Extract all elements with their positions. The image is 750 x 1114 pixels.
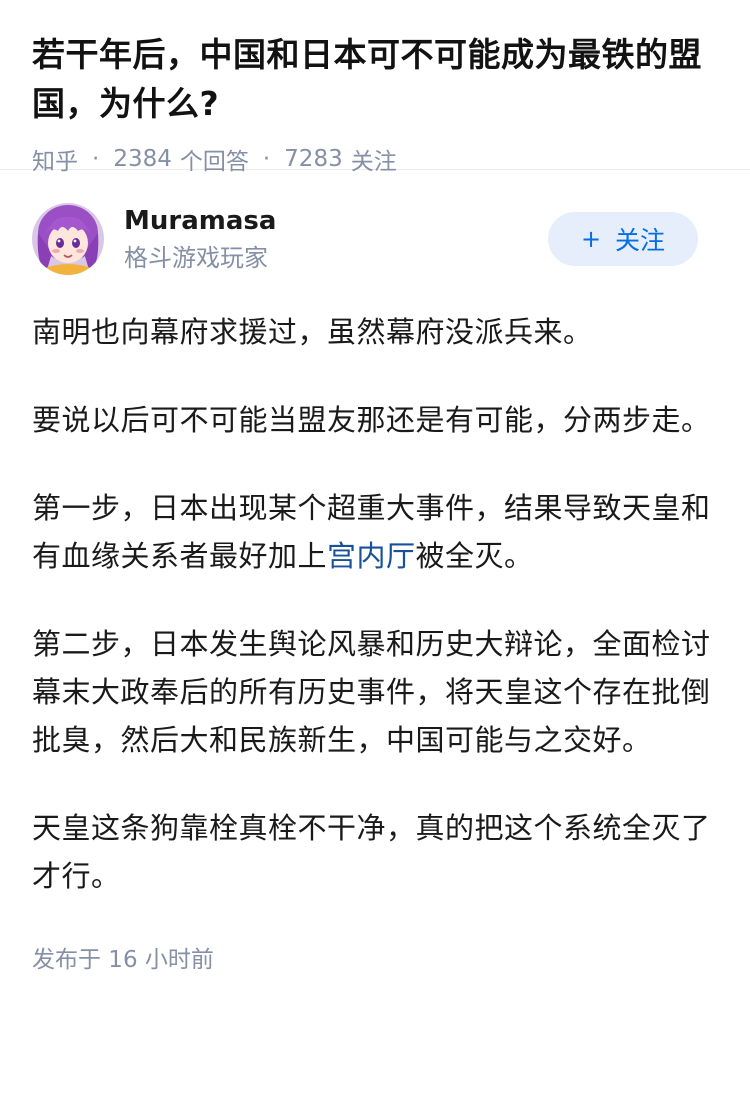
answer-paragraph: 天皇这条狗靠栓真栓不干净，真的把这个系统全灭了才行。 [32,811,711,893]
follow-button-label: 关注 [615,226,666,255]
anime-girl-avatar-icon [32,203,104,275]
follow-button[interactable]: + 关注 [548,212,698,266]
question-title[interactable]: 若干年后，中国和日本可不可能成为最铁的盟国，为什么? [32,30,718,128]
answer-count-label[interactable]: 个回答 [180,142,249,176]
author-name[interactable]: Muramasa [124,203,276,239]
question-header: 若干年后，中国和日本可不可能成为最铁的盟国，为什么? 知乎 · 2384 个回答… [0,0,750,175]
plus-icon: + [580,225,602,253]
answer: Muramasa 格斗游戏玩家 + 关注 南明也向幕府求援过，虽然幕府没派兵来。… [0,202,750,974]
answer-paragraph: 第一步，日本出现某个超重大事件，结果导致天皇和有血缘关系者最好加上宫内厅被全灭。 [32,484,718,580]
source-label[interactable]: 知乎 [32,142,78,176]
author-info: Muramasa 格斗游戏玩家 [124,203,276,275]
follow-count-label[interactable]: 关注 [351,142,397,176]
answer-paragraph: 第二步，日本发生舆论风暴和历史大辩论，全面检讨幕末大政奉后的所有历史事件，将天皇… [32,627,711,757]
author-headline: 格斗游戏玩家 [124,244,268,272]
paragraph-text: 被全灭。 [415,539,534,573]
author-row: Muramasa 格斗游戏玩家 + 关注 [32,202,718,276]
separator-dot: · [262,146,271,172]
question-meta: 知乎 · 2384 个回答 · 7283 关注 [32,142,718,176]
imperial-household-agency-link[interactable]: 宫内厅 [327,539,416,573]
answer-paragraph: 要说以后可不可能当盟友那还是有可能，分两步走。 [32,403,711,437]
answer-content: 南明也向幕府求援过，虽然幕府没派兵来。 要说以后可不可能当盟友那还是有可能，分两… [32,308,718,900]
avatar[interactable] [32,203,104,275]
separator-dot: · [92,146,100,172]
answer-paragraph: 南明也向幕府求援过，虽然幕府没派兵来。 [32,315,593,349]
follow-count: 7283 [284,146,343,172]
publish-time: 发布于 16 小时前 [32,947,214,973]
answer-count: 2384 [113,146,172,172]
